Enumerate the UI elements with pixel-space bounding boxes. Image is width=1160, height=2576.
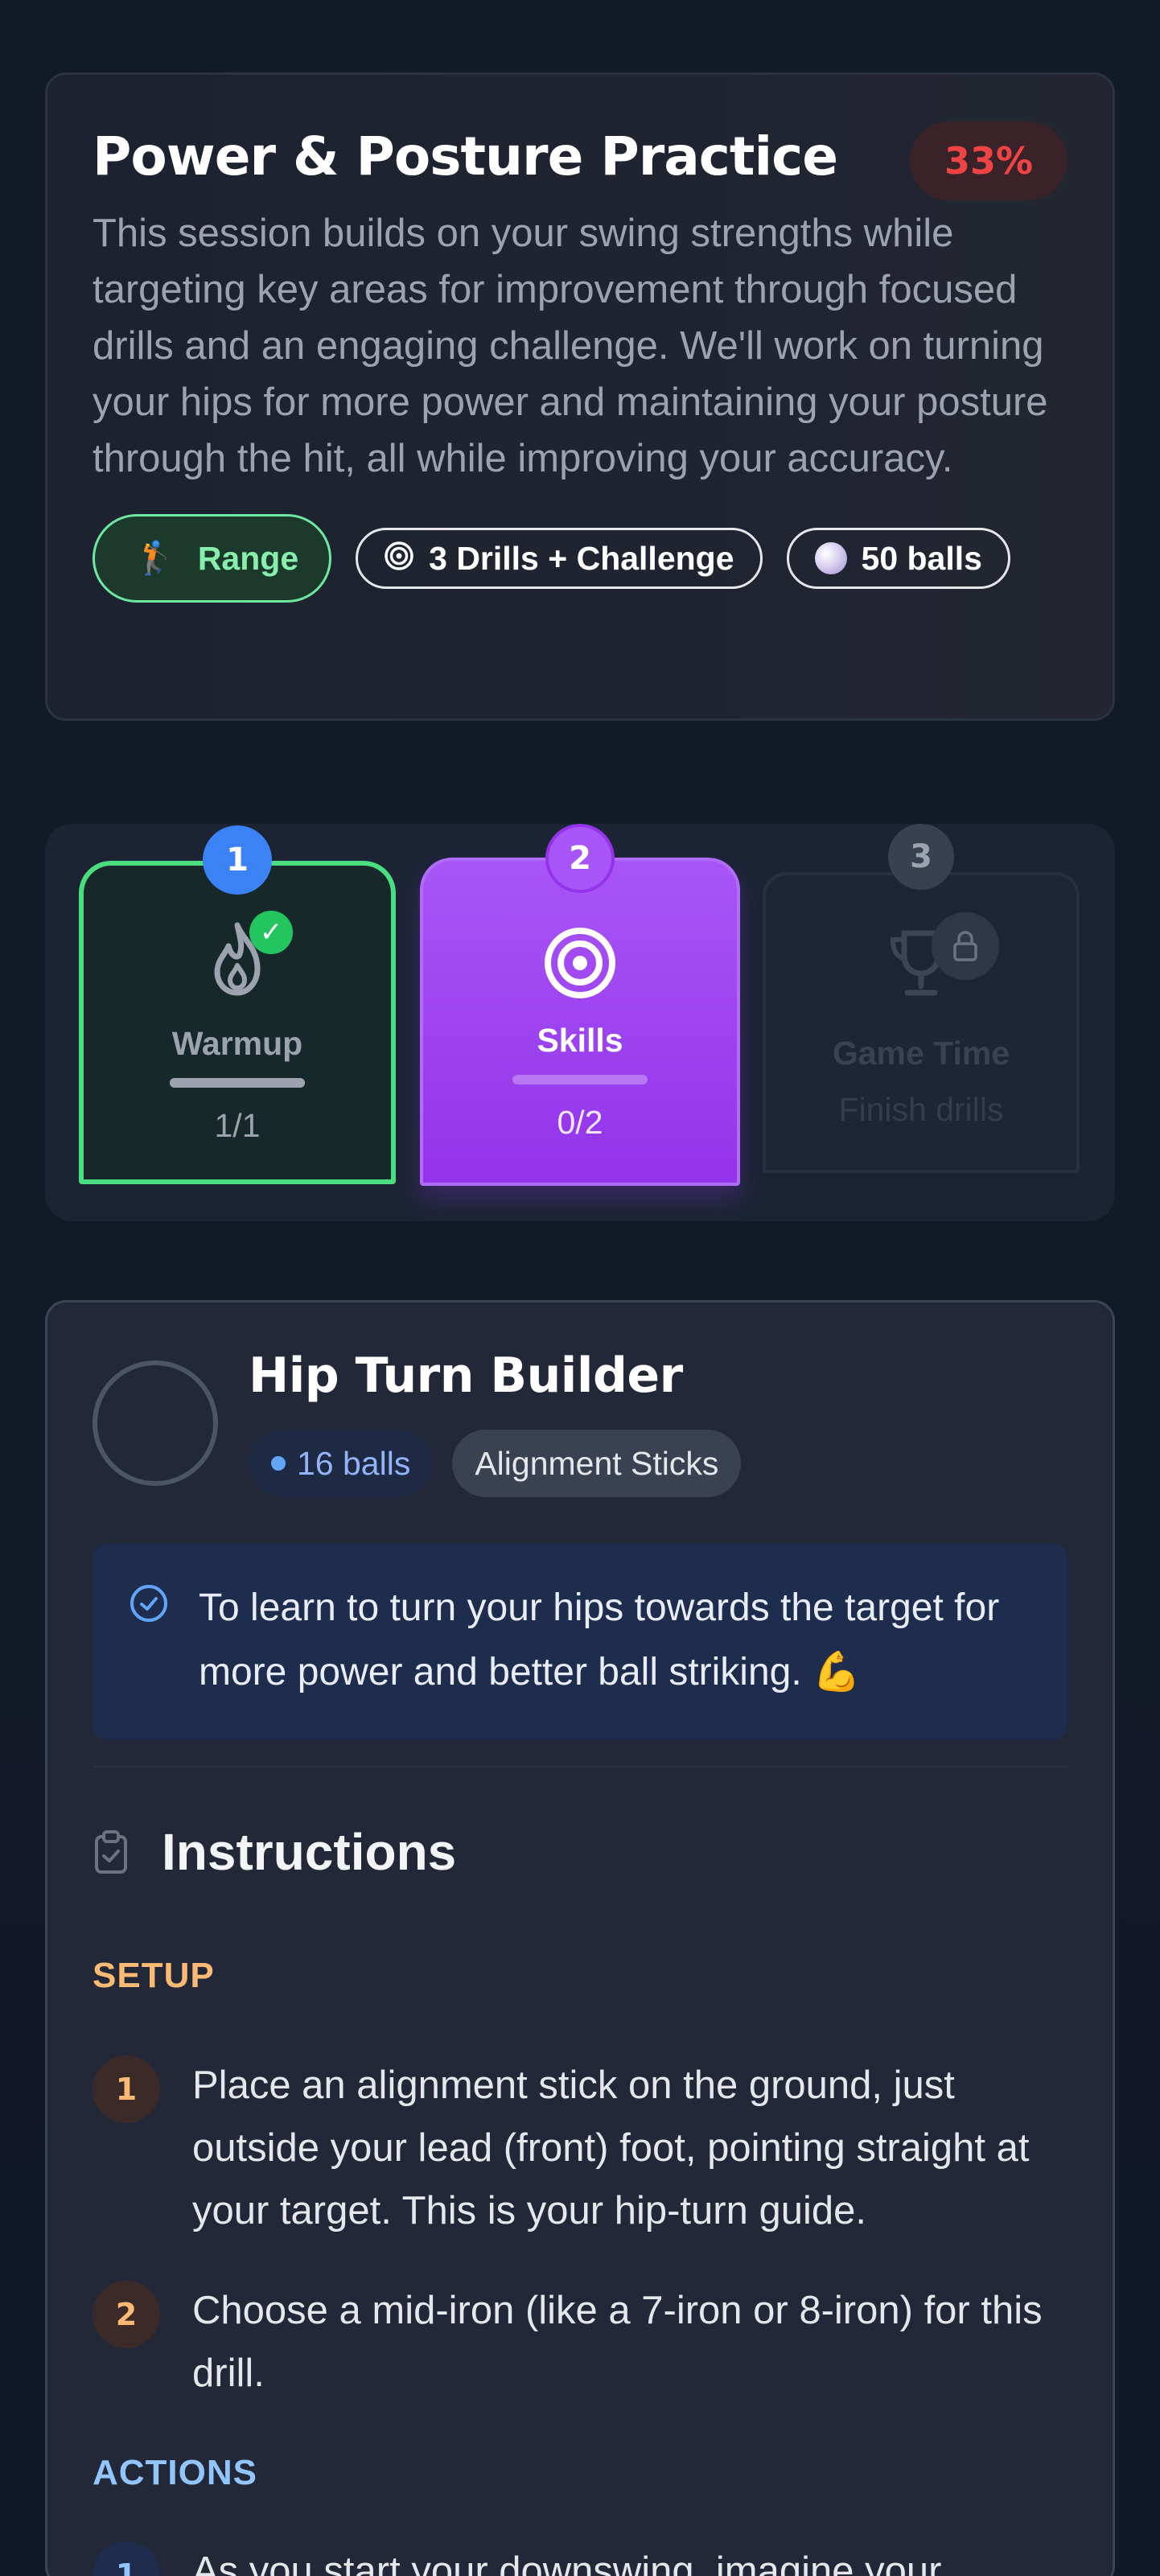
step-number: 2 — [93, 2281, 160, 2348]
location-chip[interactable]: 🏌 Range — [93, 514, 332, 603]
stage-number: 2 — [545, 824, 615, 893]
stage-count: 0/2 — [557, 1104, 603, 1141]
progress-percent-badge: 33% — [910, 121, 1067, 200]
instructions-header: Instructions — [93, 1822, 456, 1882]
drill-card: Hip Turn Builder 16 balls Alignment Stic… — [45, 1300, 1115, 2576]
drills-chip-label: 3 Drills + Challenge — [429, 539, 734, 577]
drill-goal: To learn to turn your hips towards the t… — [93, 1544, 1067, 1740]
stage-progress-fill — [170, 1078, 305, 1088]
drills-chip[interactable]: 3 Drills + Challenge — [356, 528, 763, 589]
stage-tracker: 1 ✓ Warmup 1/1 2 Skills 0/2 3 Game Time … — [45, 824, 1115, 1221]
stage-label: Warmup — [171, 1025, 303, 1062]
stage-label: Skills — [537, 1022, 623, 1059]
balls-chip-label: 50 balls — [861, 539, 982, 577]
stage-number: 1 — [203, 825, 272, 895]
check-icon: ✓ — [249, 911, 293, 954]
step-text: As you start your downswing, imagine you… — [192, 2549, 942, 2576]
check-circle-icon — [130, 1585, 167, 1622]
drill-balls-tag: 16 balls — [249, 1430, 434, 1497]
setup-label: SETUP — [93, 1956, 215, 1995]
target-icon — [384, 541, 414, 577]
stage-warmup[interactable]: 1 ✓ Warmup 1/1 — [79, 825, 396, 1184]
divider — [93, 1766, 1067, 1767]
stage-game-time: 3 Game Time Finish drills — [763, 824, 1080, 1173]
setup-step: 2 Choose a mid-iron (like a 7-iron or 8-… — [93, 2281, 1067, 2405]
balls-chip[interactable]: 50 balls — [786, 528, 1010, 589]
session-card: Power & Posture Practice 33% This sessio… — [45, 72, 1115, 721]
drill-tags: 16 balls Alignment Sticks — [249, 1430, 742, 1497]
clipboard-check-icon — [95, 1830, 127, 1874]
step-number: 1 — [93, 2541, 160, 2576]
step-text: Choose a mid-iron (like a 7-iron or 8-ir… — [192, 2289, 1043, 2395]
drill-equipment-tag: Alignment Sticks — [452, 1430, 742, 1497]
step-text: Place an alignment stick on the ground, … — [192, 2064, 1030, 2232]
stage-number: 3 — [888, 824, 954, 890]
stage-progress-bar — [170, 1078, 305, 1088]
lock-icon — [932, 912, 999, 980]
actions-label: ACTIONS — [93, 2453, 257, 2492]
stage-count: 1/1 — [214, 1107, 261, 1144]
stage-skills[interactable]: 2 Skills 0/2 — [420, 824, 740, 1186]
location-chip-label: Range — [197, 539, 299, 577]
stage-lock-hint: Finish drills — [838, 1091, 1004, 1128]
golf-ball-icon — [814, 542, 847, 574]
target-icon — [545, 928, 615, 998]
drill-goal-text: To learn to turn your hips towards the t… — [199, 1586, 1000, 1693]
setup-step: 1 Place an alignment stick on the ground… — [93, 2055, 1067, 2242]
action-step: 1 As you start your downswing, imagine y… — [93, 2541, 1067, 2576]
dot-icon — [271, 1456, 286, 1471]
session-chips: 🏌 Range 3 Drills + Challenge 50 balls — [93, 514, 1067, 603]
instructions-title: Instructions — [162, 1823, 457, 1881]
drill-title: Hip Turn Builder — [249, 1348, 683, 1404]
session-title: Power & Posture Practice — [93, 126, 838, 187]
drill-balls-label: 16 balls — [297, 1444, 411, 1482]
stage-label: Game Time — [832, 1035, 1010, 1072]
golfer-icon: 🏌 — [135, 541, 175, 576]
step-number: 1 — [93, 2055, 160, 2123]
session-description: This session builds on your swing streng… — [93, 212, 1048, 480]
stage-progress-bar — [512, 1075, 648, 1084]
drill-complete-toggle[interactable] — [93, 1360, 218, 1486]
page: Power & Posture Practice 33% This sessio… — [0, 0, 1160, 2576]
